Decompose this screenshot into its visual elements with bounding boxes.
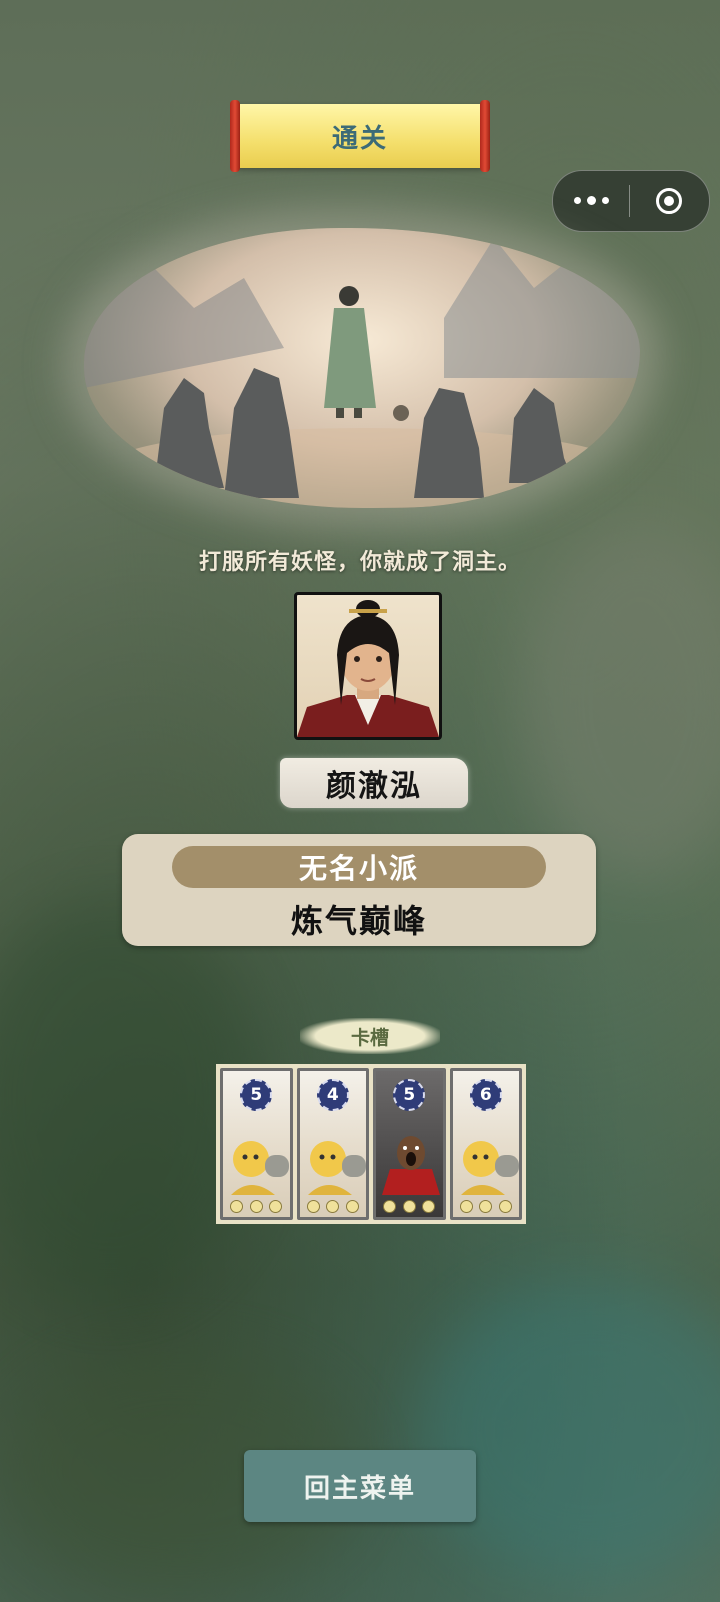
- sect-name: 无名小派: [298, 852, 419, 885]
- sect-badge: 无名小派: [172, 846, 546, 888]
- card-slots: 5 4 5 6: [216, 1064, 526, 1224]
- status-card: 无名小派 炼气巅峰: [122, 834, 596, 946]
- card-slot-label: 卡槽: [300, 1018, 440, 1054]
- yellow-monk-icon: [460, 1141, 519, 1195]
- cost-badge: 4: [316, 1079, 349, 1111]
- victory-message: 打服所有妖怪，你就成了洞主。: [198, 550, 521, 575]
- yellow-monk-icon: [231, 1141, 289, 1195]
- mini-program-capsule: [552, 170, 710, 232]
- cost-badge: 6: [469, 1079, 502, 1111]
- title-scroll-banner: 通关: [230, 100, 490, 172]
- page-title: 通关: [331, 123, 388, 154]
- more-dots-icon[interactable]: [553, 196, 629, 205]
- card-slot-2[interactable]: 4: [296, 1068, 369, 1220]
- yellow-monk-icon: [307, 1141, 366, 1195]
- hero-figure: [324, 286, 376, 418]
- level-dots: [453, 1200, 520, 1213]
- red-robed-monk-icon: [382, 1136, 440, 1195]
- character-name: 颜澈泓: [326, 769, 422, 804]
- card-slot-1[interactable]: 5: [220, 1068, 293, 1220]
- level-dots: [376, 1200, 443, 1213]
- character-name-plate: 颜澈泓: [280, 758, 468, 808]
- victory-scene-illustration: [84, 228, 640, 508]
- card-slot-4[interactable]: 6: [449, 1068, 522, 1220]
- cost-badge: 5: [393, 1079, 426, 1111]
- main-menu-button-label: 回主菜单: [303, 1473, 416, 1504]
- level-dots: [300, 1200, 367, 1213]
- cultivation-realm: 炼气巅峰: [290, 902, 427, 940]
- main-menu-button[interactable]: 回主菜单: [244, 1450, 476, 1522]
- target-circle-icon: [656, 188, 682, 214]
- cost-badge: 5: [240, 1079, 273, 1111]
- close-button[interactable]: [630, 188, 708, 214]
- level-dots: [223, 1200, 290, 1213]
- character-portrait: [294, 592, 442, 740]
- card-slot-label-text: 卡槽: [350, 1026, 389, 1049]
- card-slot-3[interactable]: 5: [373, 1068, 446, 1220]
